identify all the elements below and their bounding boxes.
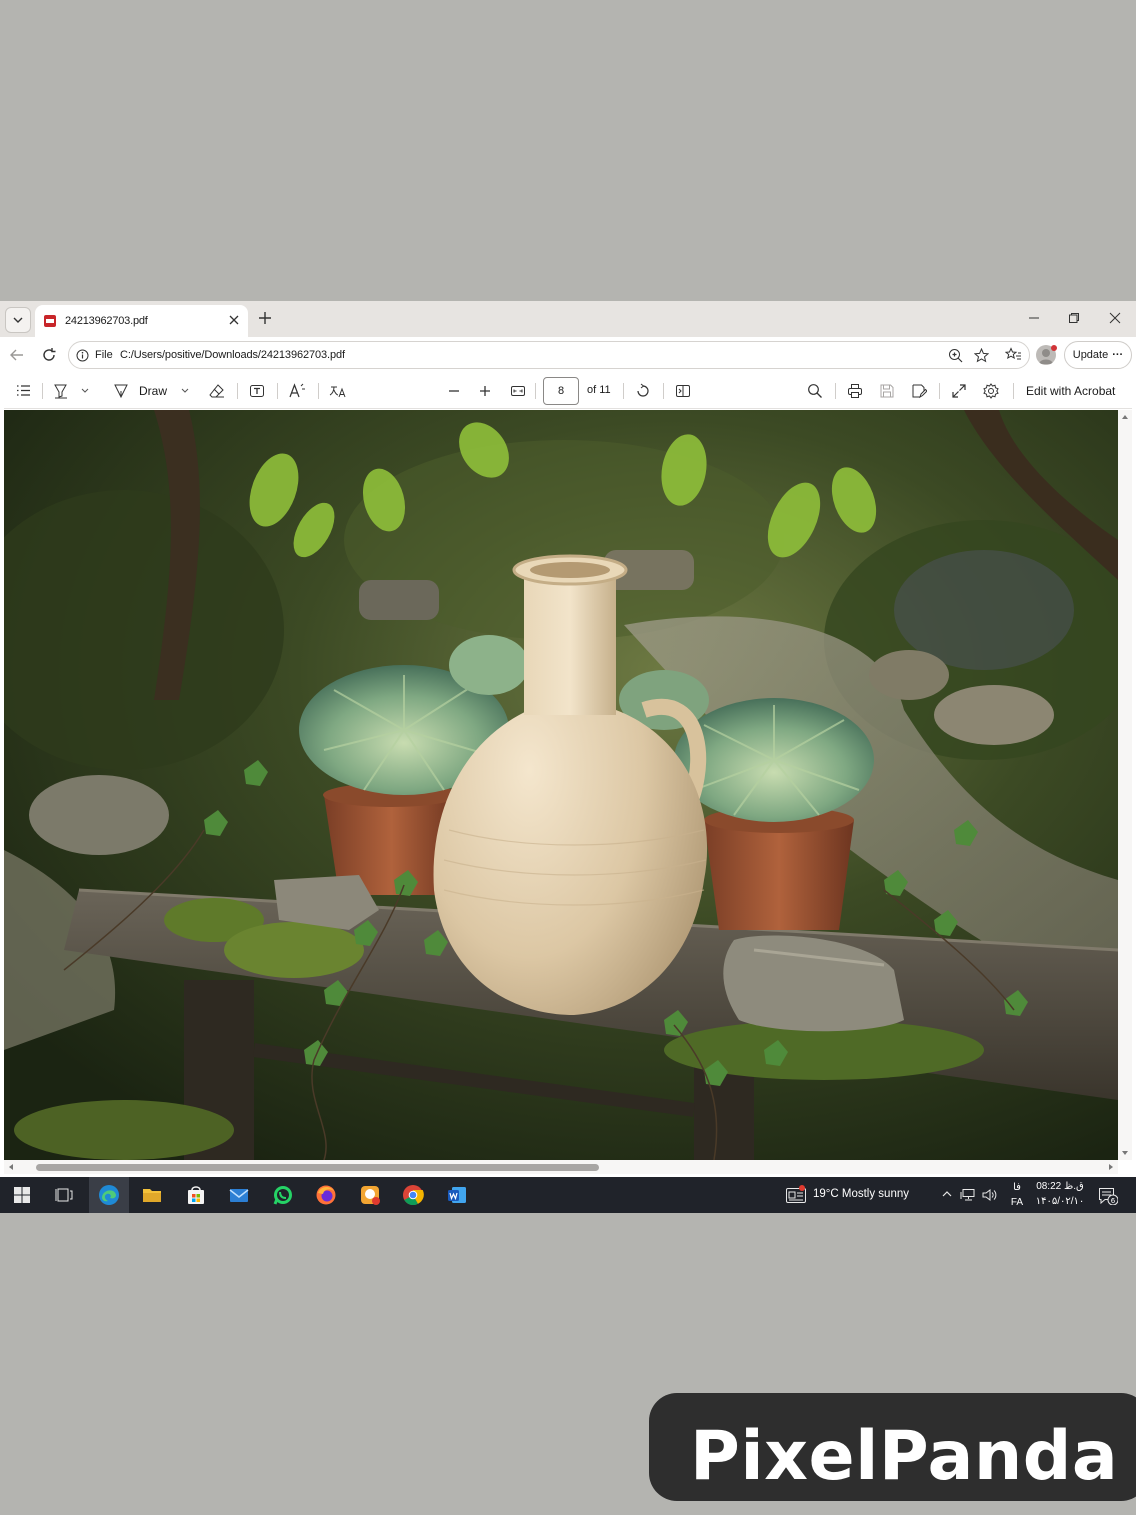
restore-icon[interactable] [1068,312,1080,324]
mail-icon[interactable] [228,1184,250,1206]
edit-with-acrobat-button[interactable]: Edit with Acrobat [1026,384,1115,398]
page-number-input[interactable]: 8 [543,377,579,405]
pdf-toolbar: Draw 8 of 11 Edit with Acrobat [4,373,1132,409]
eraser-icon[interactable] [209,383,225,399]
draw-label[interactable]: Draw [139,384,167,398]
more-menu-icon: ··· [1112,349,1124,361]
contents-icon[interactable] [16,383,31,398]
watermark-badge: PixelPanda [649,1393,1136,1501]
toolbar-divider [663,383,664,399]
highlight-dropdown-chevron-icon[interactable] [80,387,90,395]
translate-icon[interactable] [329,383,347,399]
toolbar-divider [939,383,940,399]
print-icon[interactable] [847,383,863,399]
app-with-badge-icon[interactable] [359,1184,381,1206]
new-tab-icon[interactable] [257,310,273,326]
update-button[interactable]: Update ··· [1064,341,1132,369]
edge-browser-icon[interactable] [98,1184,120,1206]
rotate-icon[interactable] [635,383,651,399]
search-icon[interactable] [807,383,823,399]
vertical-scrollbar[interactable] [1118,410,1132,1160]
clock-date[interactable]: ۱۴۰۵/۰۲/۱۰ [1034,1196,1086,1207]
page-total-label: of 11 [587,384,611,396]
horizontal-scrollbar[interactable] [4,1160,1118,1174]
windows-start-icon[interactable] [11,1184,33,1206]
toolbar-divider [277,383,278,399]
input-language-script[interactable]: فا [1009,1182,1025,1193]
microsoft-store-icon[interactable] [185,1184,207,1206]
firefox-icon[interactable] [315,1184,337,1206]
minimize-icon[interactable] [1028,312,1040,324]
weather-summary[interactable]: 19°C Mostly sunny [813,1188,909,1200]
pdf-page-image [4,410,1118,1160]
settings-icon[interactable] [983,383,999,399]
input-language-code[interactable]: FA [1009,1197,1025,1208]
tab-title: 24213962703.pdf [65,315,148,327]
fullscreen-icon[interactable] [951,383,967,399]
save-as-icon[interactable] [911,383,927,399]
favorites-icon[interactable] [1005,347,1022,363]
text-box-icon[interactable] [249,383,265,399]
info-icon[interactable] [76,349,89,362]
zoom-in-icon[interactable] [478,383,492,399]
notification-center-icon[interactable]: 6 [1098,1187,1118,1205]
fit-page-icon[interactable] [510,383,526,399]
read-aloud-icon[interactable] [289,383,306,399]
network-icon[interactable] [960,1188,976,1202]
toolbar-divider [42,383,43,399]
toolbar-divider [623,383,624,399]
pdf-page-view[interactable] [4,410,1118,1160]
whatsapp-icon[interactable] [272,1184,294,1206]
page-view-icon[interactable] [675,383,691,399]
highlight-icon[interactable] [53,383,69,399]
toolbar-divider [535,383,536,399]
chrome-icon[interactable] [402,1184,424,1206]
zoom-indicator-icon[interactable] [948,348,963,363]
draw-dropdown-chevron-icon[interactable] [180,387,190,395]
title-bar: 24213962703.pdf [0,301,1136,337]
pdf-file-icon [44,315,56,327]
horizontal-scroll-thumb[interactable] [36,1164,599,1171]
clock-time[interactable]: ق.ظ 08:22 [1034,1181,1086,1192]
scroll-right-arrow-icon[interactable] [1106,1160,1116,1174]
toolbar-divider [1013,383,1014,399]
scroll-left-arrow-icon[interactable] [6,1160,16,1174]
toolbar-divider [237,383,238,399]
favorite-star-icon[interactable] [974,348,989,363]
scroll-down-arrow-icon[interactable] [1118,1148,1132,1158]
zoom-out-icon[interactable] [447,383,461,399]
update-label: Update [1072,349,1109,361]
taskbar: 19°C Mostly sunny فا FA ق.ظ 08:22 ۱۴۰۵/۰… [0,1177,1136,1213]
close-tab-icon[interactable] [228,314,240,326]
toolbar-divider [318,383,319,399]
address-bar: File C:/Users/positive/Downloads/2421396… [0,337,1136,373]
close-window-icon[interactable] [1109,312,1121,324]
volume-icon[interactable] [981,1188,997,1202]
back-arrow-icon[interactable] [9,347,25,363]
toolbar-divider [835,383,836,399]
notification-count: 6 [1111,1197,1116,1205]
tab-actions-menu-button[interactable] [5,307,31,333]
word-icon[interactable] [446,1184,468,1206]
browser-window: 24213962703.pdf File C:/Users/positive/D… [0,301,1136,1177]
address-url[interactable]: C:/Users/positive/Downloads/24213962703.… [120,349,345,361]
chevron-down-icon [13,317,23,323]
watermark-text: PixelPanda [690,1417,1119,1496]
file-explorer-icon[interactable] [141,1184,163,1206]
save-icon[interactable] [879,383,895,399]
draw-icon[interactable] [113,383,129,399]
refresh-icon[interactable] [41,347,57,363]
profile-alert-dot [1051,345,1057,351]
weather-news-icon[interactable] [785,1185,807,1205]
scroll-up-arrow-icon[interactable] [1118,412,1132,422]
address-field[interactable]: File C:/Users/positive/Downloads/2421396… [68,341,1030,369]
task-view-icon[interactable] [53,1184,75,1206]
show-hidden-icons-chevron-icon[interactable] [941,1188,953,1200]
tab-pdf[interactable]: 24213962703.pdf [35,305,248,337]
address-prefix: File [95,349,113,361]
